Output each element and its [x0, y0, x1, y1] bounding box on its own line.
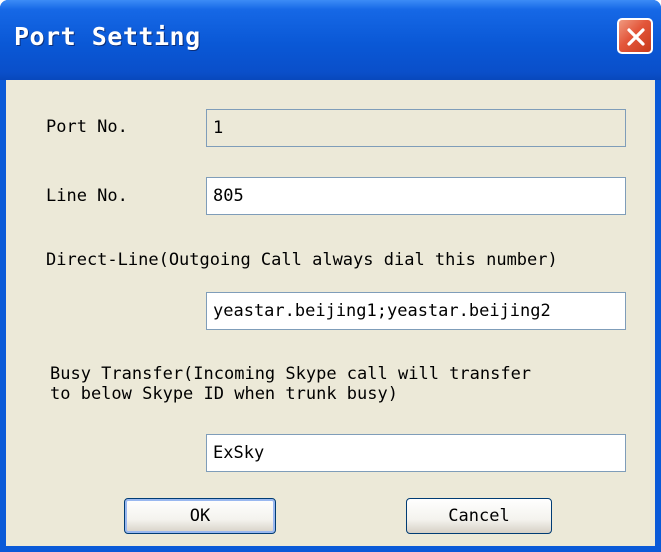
line-no-field[interactable]: 805: [206, 177, 626, 215]
busy-transfer-label-line1: Busy Transfer(Incoming Skype call will t…: [50, 364, 532, 384]
close-button[interactable]: [617, 18, 653, 54]
direct-line-field[interactable]: yeastar.beijing1;yeastar.beijing2: [206, 292, 626, 330]
port-no-field[interactable]: 1: [206, 109, 626, 147]
busy-transfer-label-line2: to below Skype ID when trunk busy): [50, 384, 398, 404]
cancel-button[interactable]: Cancel: [406, 498, 552, 534]
busy-transfer-field[interactable]: ExSky: [206, 434, 626, 472]
line-no-label: Line No.: [46, 186, 128, 206]
port-setting-dialog: Port Setting Port No. 1 Line No. 805 Dir…: [0, 0, 661, 552]
dialog-body: Port No. 1 Line No. 805 Direct-Line(Outg…: [6, 80, 655, 546]
direct-line-label: Direct-Line(Outgoing Call always dial th…: [46, 250, 558, 270]
close-icon: [627, 28, 645, 46]
dialog-title: Port Setting: [14, 22, 201, 51]
ok-button[interactable]: OK: [124, 498, 276, 534]
title-bar[interactable]: Port Setting: [0, 0, 661, 80]
port-no-label: Port No.: [46, 117, 128, 137]
